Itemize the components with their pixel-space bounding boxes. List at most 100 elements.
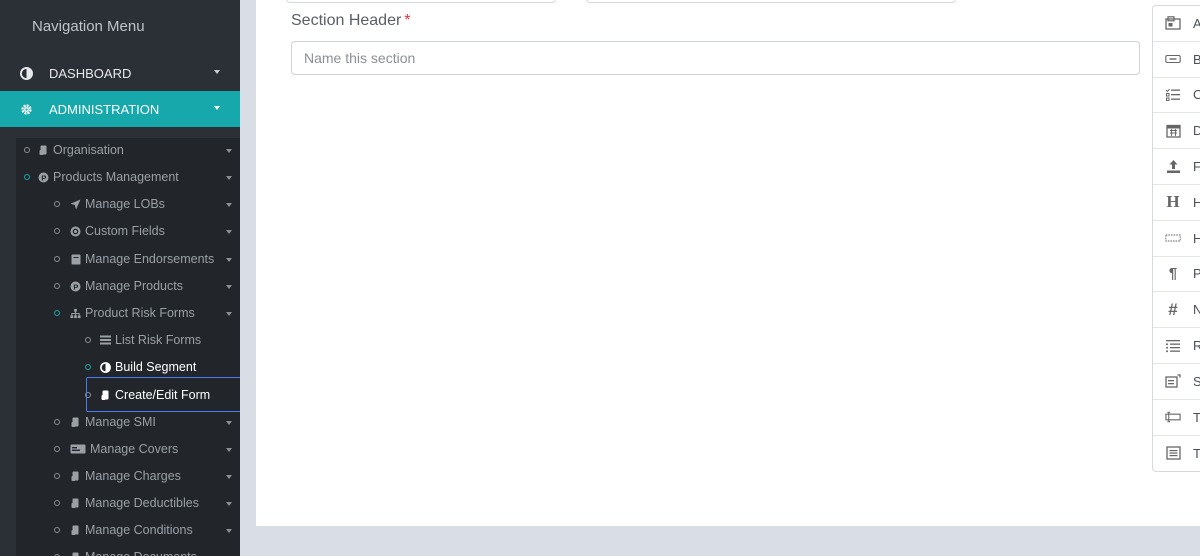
sidebar-item-label: DASHBOARD <box>49 65 132 81</box>
sitemap-icon <box>70 308 81 319</box>
calendar-icon <box>1165 123 1181 139</box>
paragraph-icon: ¶ <box>1168 265 1178 283</box>
book-icon <box>70 254 81 265</box>
chevron-down-icon <box>226 475 232 479</box>
text-field-icon <box>1165 409 1181 425</box>
bullet-dot <box>54 310 60 316</box>
selection-highlight <box>86 377 240 412</box>
sidebar-subitem-manage-covers[interactable]: Manage Covers <box>0 438 240 460</box>
sidebar-subitem-manage-conditions[interactable]: Manage Conditions <box>0 519 240 541</box>
palette-item-text-field[interactable]: Te <box>1153 400 1200 436</box>
sidebar-subitem-label: Manage SMI <box>85 415 156 429</box>
sidebar-subitem-content: Custom Fields <box>70 224 165 238</box>
sidebar-subitem-manage-lobs[interactable]: Manage LOBs <box>0 193 240 215</box>
select-icon <box>1165 373 1181 389</box>
sidebar-subitem-manage-smi[interactable]: Manage SMI <box>0 411 240 433</box>
chevron-down-icon <box>226 203 232 207</box>
upload-icon <box>1165 159 1181 175</box>
hidden-field-icon <box>1165 230 1181 246</box>
chevron-down-icon <box>226 502 232 506</box>
bullet-dot <box>54 228 60 234</box>
sidebar-subitem-manage-endorsements[interactable]: Manage Endorsements <box>0 248 240 270</box>
sidebar-subitem-label: Manage Documents <box>85 550 197 556</box>
doc-hand-icon <box>38 145 49 156</box>
doc-hand-icon <box>70 417 81 428</box>
bullet-dot <box>24 174 30 180</box>
address-icon <box>1165 15 1181 31</box>
p-circle-icon: P <box>38 172 49 183</box>
heading-icon: H <box>1166 192 1180 212</box>
doc-hand-icon <box>70 525 81 536</box>
sidebar: Navigation Menu DASHBOARD ADMINISTRATION… <box>0 0 240 556</box>
sidebar-subitem-label: Build Segment <box>115 360 197 374</box>
previous-field-edge <box>586 0 956 3</box>
sidebar-subitem-label: Manage Charges <box>85 469 181 483</box>
sidebar-subitem-product-risk-forms[interactable]: Product Risk Forms <box>0 302 240 324</box>
palette-item-heading[interactable]: HH <box>1153 185 1200 221</box>
chevron-down-icon <box>214 106 220 110</box>
chevron-down-icon <box>226 285 232 289</box>
svg-text:P: P <box>73 282 78 291</box>
palette-item-upload[interactable]: Fi <box>1153 149 1200 185</box>
sidebar-subitem-label: Manage Conditions <box>85 523 193 537</box>
sidebar-subitem-custom-fields[interactable]: Custom Fields <box>0 220 240 242</box>
sidebar-subitem-content: Manage Conditions <box>70 523 193 537</box>
sidebar-subitem-content: Organisation <box>38 143 124 157</box>
sidebar-subitem-products-management[interactable]: P Products Management <box>0 166 240 188</box>
p-circle-icon: P <box>70 281 81 292</box>
palette-item-hash[interactable]: #N <box>1153 292 1200 329</box>
palette-item-calendar[interactable]: D <box>1153 113 1200 150</box>
sidebar-subitem-label: Manage Deductibles <box>85 496 199 510</box>
sidebar-subitem-list-risk-forms[interactable]: List Risk Forms <box>0 329 240 351</box>
bullet-dot <box>54 256 60 262</box>
sidebar-subitem-build-segment[interactable]: Build Segment <box>0 356 240 378</box>
sidebar-subitem-manage-deductibles[interactable]: Manage Deductibles <box>0 492 240 514</box>
sidebar-subitem-content: Manage Covers <box>70 442 178 456</box>
bullet-dot <box>85 364 91 370</box>
textarea-icon <box>1165 445 1181 461</box>
sidebar-subitem-label: Products Management <box>53 170 179 184</box>
bullet-dot <box>24 147 30 153</box>
bullet-dot <box>85 337 91 343</box>
sidebar-item-administration[interactable]: ADMINISTRATION <box>0 91 240 127</box>
sidebar-subitem-label: Manage LOBs <box>85 197 165 211</box>
palette-item-textarea[interactable]: Te <box>1153 436 1200 472</box>
chevron-down-icon <box>226 421 232 425</box>
section-header-input[interactable] <box>291 41 1140 75</box>
hash-icon: # <box>1168 299 1178 319</box>
palette-item-checklist[interactable]: C <box>1153 78 1200 114</box>
palette-item-hidden-field[interactable]: H <box>1153 221 1200 257</box>
sidebar-subitem-label: Product Risk Forms <box>85 306 195 320</box>
bullet-dot <box>54 419 60 425</box>
palette-item-radio-list[interactable]: R <box>1153 328 1200 364</box>
bullet-dot <box>54 527 60 533</box>
sidebar-item-dashboard[interactable]: DASHBOARD <box>0 55 240 91</box>
palette-item-label: N <box>1193 302 1200 317</box>
list-icon <box>100 335 111 346</box>
sidebar-subitem-manage-documents[interactable]: Manage Documents <box>0 546 240 556</box>
palette-item-address[interactable]: A <box>1153 6 1200 42</box>
previous-field-edge <box>286 0 556 3</box>
bullet-dot <box>54 446 60 452</box>
section-header-label-text: Section Header <box>291 12 402 29</box>
palette-item-select[interactable]: Se <box>1153 364 1200 400</box>
palette-item-label: A <box>1193 16 1200 31</box>
copyright-icon <box>70 226 81 237</box>
sidebar-subitem-manage-products[interactable]: P Manage Products <box>0 275 240 297</box>
palette-item-button[interactable]: B <box>1153 42 1200 78</box>
palette-item-paragraph[interactable]: ¶ Pa <box>1153 257 1200 293</box>
sidebar-subitem-label: Custom Fields <box>85 224 165 238</box>
bullet-dot <box>54 473 60 479</box>
palette-item-label: B <box>1193 52 1200 67</box>
bullet-dot <box>54 283 60 289</box>
sidebar-subitem-label: Manage Covers <box>90 442 179 456</box>
sidebar-subitem-content: P Manage Products <box>70 279 183 293</box>
sidebar-subitem-content: Build Segment <box>100 360 196 374</box>
section-header-label: Section Header * <box>291 12 411 30</box>
sidebar-subitem-manage-charges[interactable]: Manage Charges <box>0 465 240 487</box>
palette-item-label: Pa <box>1193 266 1200 281</box>
sidebar-subitem-organisation[interactable]: Organisation <box>0 139 240 161</box>
sidebar-item-label: ADMINISTRATION <box>49 101 160 117</box>
bullet-dot <box>54 500 60 506</box>
chevron-down-icon <box>226 176 232 180</box>
